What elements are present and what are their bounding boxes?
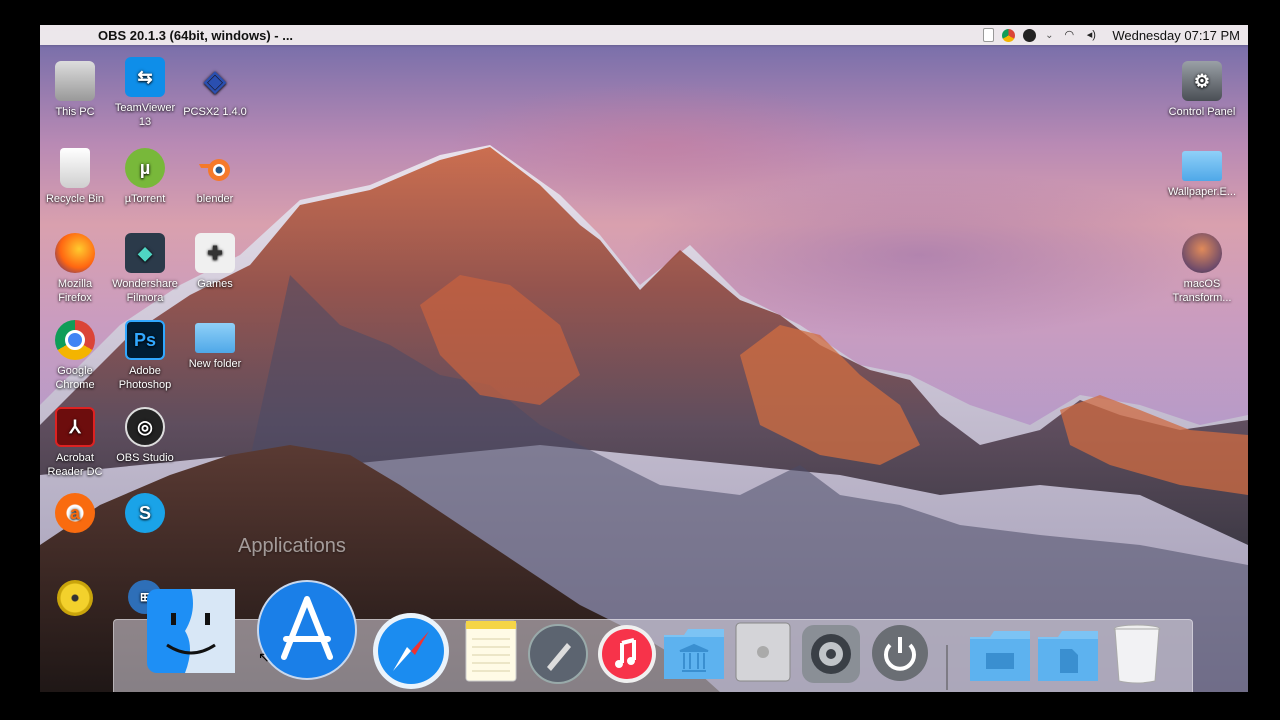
filmora-icon: ◆ <box>125 233 165 273</box>
recycle-bin-icon <box>60 148 90 188</box>
desktop-icon-label: TeamViewer 13 <box>114 102 176 128</box>
desktop-icon-label: PCSX2 1.4.0 <box>183 106 247 118</box>
dock-documents-folder[interactable] <box>1036 629 1100 683</box>
desktop-icon-firefox[interactable]: Mozilla Firefox <box>40 233 110 305</box>
dock-separator <box>946 645 948 690</box>
desktop-icon-label: New folder <box>188 358 242 370</box>
desktop-icon-label: Google Chrome <box>55 365 95 391</box>
desktop-icon-label: OBS Studio <box>116 452 174 464</box>
desktop-icon-acrobat[interactable]: ⅄ Acrobat Reader DC <box>40 407 110 479</box>
obs-icon[interactable] <box>1023 28 1037 42</box>
clock[interactable]: Wednesday 07:17 PM <box>1112 28 1240 43</box>
desktop-icon-label: µTorrent <box>124 193 166 205</box>
dock-mac-pro[interactable] <box>732 621 794 683</box>
utorrent-icon: µ <box>125 148 165 188</box>
system-preferences-icon <box>802 625 860 683</box>
finder-icon <box>147 589 235 673</box>
desktop-icon-dvd[interactable] <box>40 580 110 620</box>
desktop-icon-label: Adobe Photoshop <box>118 365 172 391</box>
games-icon: ✚ <box>195 233 235 273</box>
active-app-title[interactable]: OBS 20.1.3 (64bit, windows) - ... <box>98 28 293 43</box>
desktop-icon-obs[interactable]: ◎ OBS Studio <box>110 407 180 465</box>
obs-icon: ◎ <box>125 407 165 447</box>
dock-app-store[interactable] <box>256 579 358 681</box>
mouse-cursor-icon: ↖ <box>258 649 270 665</box>
chevron-up-icon[interactable]: ⌄ <box>1044 29 1054 42</box>
document-icon[interactable] <box>983 28 995 42</box>
desktop-icon-label: Games <box>197 278 233 290</box>
desktop-icon-label: Wallpaper.E... <box>1167 186 1237 198</box>
dock-safari[interactable] <box>371 611 451 691</box>
desktop-icon-label: macOS Transform... <box>1172 278 1232 304</box>
desktop-icon-new-folder[interactable]: New folder <box>180 323 250 371</box>
acrobat-icon: ⅄ <box>55 407 95 447</box>
pcsx2-icon: ◈ <box>204 65 226 96</box>
safari-icon <box>373 613 449 689</box>
firefox-icon <box>55 233 95 273</box>
desktop-icon-label: Recycle Bin <box>45 193 105 205</box>
library-folder-icon <box>664 629 724 679</box>
blender-icon <box>195 148 235 188</box>
desktop-icon-chrome[interactable]: Google Chrome <box>40 320 110 392</box>
dock-power[interactable] <box>870 623 930 683</box>
wifi-icon[interactable]: ◠ <box>1062 29 1076 42</box>
desktop-icon-this-pc[interactable]: This PC <box>40 61 110 119</box>
folder-icon <box>970 631 1030 681</box>
dock-itunes[interactable] <box>596 623 658 685</box>
desktop-icon-label: Acrobat Reader DC <box>47 452 103 478</box>
desktop-icon-label: Mozilla Firefox <box>57 278 93 304</box>
desktop-icon-utorrent[interactable]: µ µTorrent <box>110 148 180 206</box>
dock-folder[interactable] <box>968 629 1032 683</box>
desktop-icon-teamviewer[interactable]: ⇆ TeamViewer 13 <box>110 57 180 129</box>
launchpad-icon <box>528 624 588 684</box>
desktop-icon-filmora[interactable]: ◆ Wondershare Filmora <box>110 233 180 305</box>
app-store-icon <box>257 580 357 680</box>
teamviewer-icon: ⇆ <box>125 57 165 97</box>
dock-trash[interactable] <box>1112 623 1162 685</box>
desktop-screen: OBS 20.1.3 (64bit, windows) - ... ⌄ ◠ ◂)… <box>40 25 1248 692</box>
folder-icon <box>195 323 235 353</box>
desktop-icon-blender[interactable]: blender <box>180 148 250 206</box>
desktop-icon-skype[interactable]: S <box>110 493 180 537</box>
power-icon <box>872 625 928 681</box>
notes-icon <box>465 620 517 682</box>
desktop-icon-label: blender <box>196 193 234 205</box>
avast-icon: a <box>55 493 95 533</box>
documents-folder-icon <box>1038 631 1098 681</box>
menu-extras: ⌄ ◠ ◂) Wednesday 07:17 PM <box>983 28 1248 43</box>
dock-library-folder[interactable] <box>662 627 726 681</box>
folder-icon <box>1182 151 1222 181</box>
desktop-icon-games[interactable]: ✚ Games <box>180 233 250 291</box>
chrome-icon[interactable] <box>1002 28 1016 42</box>
dock-tooltip: Applications <box>238 535 346 557</box>
desktop-icon-label: Wondershare Filmora <box>112 278 178 304</box>
desktop-icon-wallpaper-folder[interactable]: Wallpaper.E... <box>1167 151 1237 199</box>
itunes-icon <box>598 625 656 683</box>
menu-bar: OBS 20.1.3 (64bit, windows) - ... ⌄ ◠ ◂)… <box>40 25 1248 45</box>
dock-finder[interactable] <box>145 587 237 675</box>
desktop-icon-avast[interactable]: a <box>40 493 110 537</box>
desktop-icon-pcsx2[interactable]: ◈ PCSX2 1.4.0 <box>180 61 250 119</box>
dock-notes[interactable] <box>464 619 518 683</box>
mac-pro-icon <box>735 622 791 682</box>
control-panel-icon: ⚙ <box>1182 61 1222 101</box>
desktop-icon-label: This PC <box>55 106 95 118</box>
photoshop-icon: Ps <box>125 320 165 360</box>
dock-system-preferences[interactable] <box>800 623 862 685</box>
desktop-icon-label: Control Panel <box>1168 106 1236 118</box>
desktop-icon-macos-transform[interactable]: macOS Transform... <box>1167 233 1237 305</box>
volume-icon[interactable]: ◂) <box>1084 29 1098 42</box>
desktop-icon-photoshop[interactable]: Ps Adobe Photoshop <box>110 320 180 392</box>
computer-icon <box>55 61 95 101</box>
skype-icon: S <box>125 493 165 533</box>
desktop-icon-recycle-bin[interactable]: Recycle Bin <box>40 148 110 206</box>
macos-transform-icon <box>1182 233 1222 273</box>
trash-icon <box>1113 624 1161 684</box>
chrome-icon <box>55 320 95 360</box>
dvd-icon <box>57 580 93 616</box>
dock-launchpad[interactable] <box>527 623 589 685</box>
desktop-icon-control-panel[interactable]: ⚙ Control Panel <box>1167 61 1237 119</box>
